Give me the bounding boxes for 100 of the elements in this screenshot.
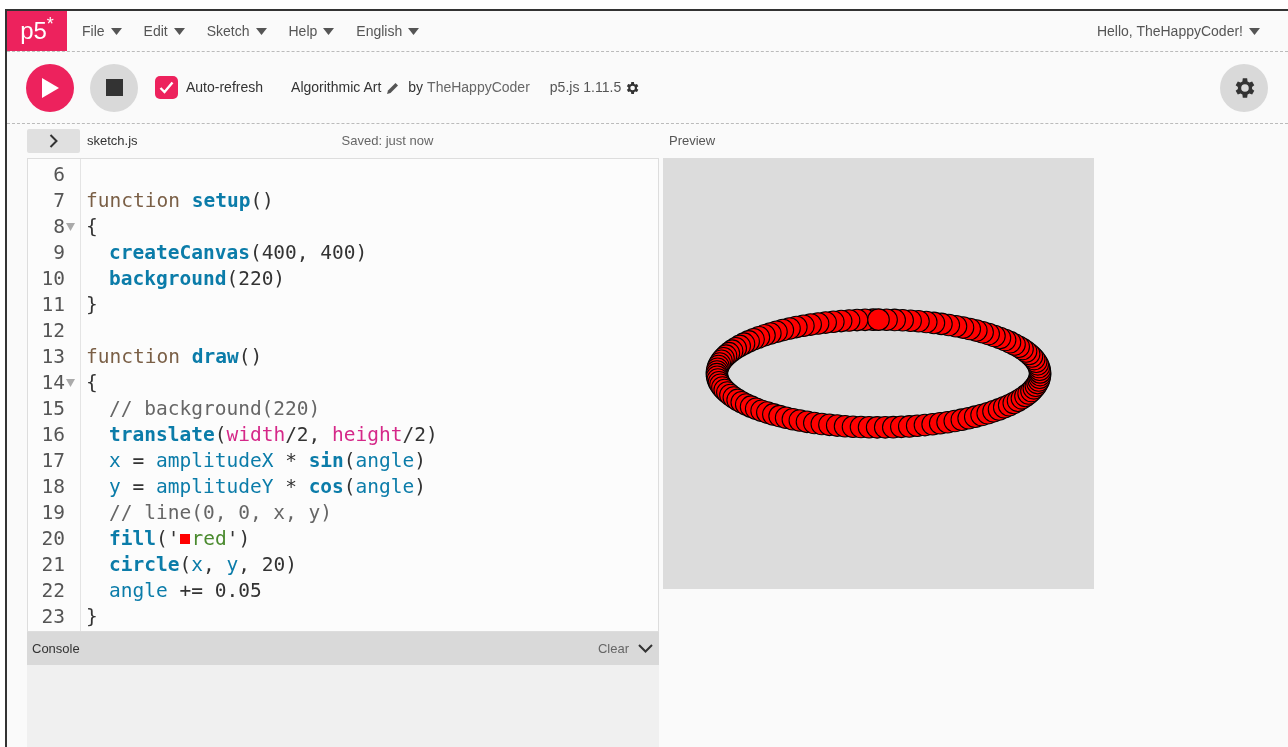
check-icon: [159, 81, 174, 94]
caret-icon: [110, 27, 122, 35]
file-name[interactable]: sketch.js: [87, 131, 138, 151]
menu-item[interactable]: English: [356, 20, 420, 42]
code-token: (220): [226, 266, 286, 292]
code-token: fill: [109, 526, 156, 552]
code-token: height: [332, 422, 403, 448]
author-link[interactable]: TheHappyCoder: [427, 77, 530, 98]
play-button[interactable]: [26, 63, 74, 112]
code-token: += 0.05: [178, 578, 262, 604]
code-token: setup: [191, 188, 251, 214]
code-token: /2,: [285, 422, 322, 448]
code-token: width: [226, 422, 286, 448]
code-token: angle: [109, 578, 168, 604]
line-number: 20: [40, 526, 65, 552]
code-token: (: [343, 448, 356, 474]
code-token: y: [109, 474, 121, 500]
code-token: *: [284, 448, 298, 474]
line-number: 9: [52, 240, 65, 266]
code-token: function: [86, 344, 181, 370]
line-number: 23: [40, 604, 65, 630]
code-token: {: [86, 370, 98, 396]
code-token: x: [109, 448, 121, 474]
menu-item[interactable]: Help: [288, 20, 335, 42]
code-token: ): [414, 448, 427, 474]
settings-icon: [624, 79, 641, 96]
version-label[interactable]: p5.js 1.11.5: [549, 77, 622, 98]
p5-logo[interactable]: p5$^{*}$: [7, 11, 67, 51]
code-token: (: [179, 552, 192, 578]
line-number: 13: [40, 344, 65, 370]
console-title: Console: [32, 639, 80, 658]
collapse-button[interactable]: [27, 129, 80, 153]
code-token: angle: [355, 448, 415, 474]
code-token: ): [414, 474, 427, 500]
code-token: '): [226, 526, 251, 552]
code-token: draw: [191, 344, 239, 370]
code-token: }: [86, 292, 98, 318]
code-token: amplitudeY: [156, 474, 274, 500]
line-number: 7: [52, 188, 65, 214]
line-number: 10: [40, 266, 65, 292]
by-label: by: [408, 78, 424, 97]
caret-icon: [173, 27, 185, 35]
code-token: background: [109, 266, 227, 292]
settings-button[interactable]: [1220, 63, 1268, 112]
code-token: red: [191, 526, 227, 552]
code-token: *: [284, 474, 298, 500]
code-token: (): [238, 344, 263, 370]
menu-item[interactable]: Sketch: [206, 20, 267, 42]
code-token: (': [155, 526, 180, 552]
code-token: (): [250, 188, 274, 214]
line-number: 18: [40, 474, 65, 500]
line-number: 15: [40, 396, 65, 422]
line-number: 8: [52, 214, 65, 240]
line-number: 22: [40, 578, 65, 604]
chevron-right-icon: [49, 134, 58, 148]
line-number: 6: [52, 162, 65, 188]
caret-icon: [408, 27, 420, 35]
caret-icon: [323, 27, 335, 35]
line-number: 21: [40, 552, 65, 578]
line-number: 11: [40, 292, 65, 318]
code-token: {: [86, 214, 98, 240]
code-token: /2): [402, 422, 438, 448]
code-token: (400, 400): [249, 240, 368, 266]
code-token: // line(0, 0, x, y): [109, 500, 333, 526]
code-token: sin: [308, 448, 344, 474]
code-token: cos: [308, 474, 344, 500]
menu-item[interactable]: Edit: [143, 20, 185, 42]
code-token: translate: [109, 422, 215, 448]
code-token: angle: [355, 474, 415, 500]
clear-button[interactable]: Clear: [597, 638, 629, 659]
auto-refresh-checkbox[interactable]: [155, 76, 178, 99]
code-token: amplitudeX: [156, 448, 274, 474]
pencil-icon[interactable]: [387, 81, 400, 94]
preview-title: Preview: [669, 132, 716, 151]
code-token: y: [226, 552, 239, 578]
sketch-name[interactable]: Algorithmic Art: [291, 77, 382, 98]
code-token: =: [131, 448, 146, 474]
auto-refresh-label: Auto-refresh: [186, 78, 264, 97]
stop-button[interactable]: [90, 63, 138, 112]
line-number: 16: [40, 422, 65, 448]
code-token: (: [343, 474, 356, 500]
line-number: 17: [40, 448, 65, 474]
code-token: function: [86, 188, 181, 214]
code-token: ,: [202, 552, 216, 578]
code-token: createCanvas: [109, 240, 250, 266]
caret-icon: [1249, 27, 1260, 35]
line-number: 12: [40, 318, 65, 344]
save-status: Saved: just now: [341, 132, 434, 151]
menu-item[interactable]: File: [82, 20, 122, 42]
code-token: =: [131, 474, 146, 500]
code-token: }: [86, 604, 98, 630]
code-token: (: [214, 422, 227, 448]
line-number: 19: [40, 500, 65, 526]
user-menu[interactable]: Hello, TheHappyCoder!: [1096, 20, 1260, 42]
stop-icon: [105, 79, 123, 96]
code-token: x: [191, 552, 203, 578]
line-number: 14: [40, 370, 65, 396]
chevron-down-icon[interactable]: [638, 644, 653, 653]
code-token: , 20): [238, 552, 297, 578]
caret-icon: [255, 27, 267, 35]
